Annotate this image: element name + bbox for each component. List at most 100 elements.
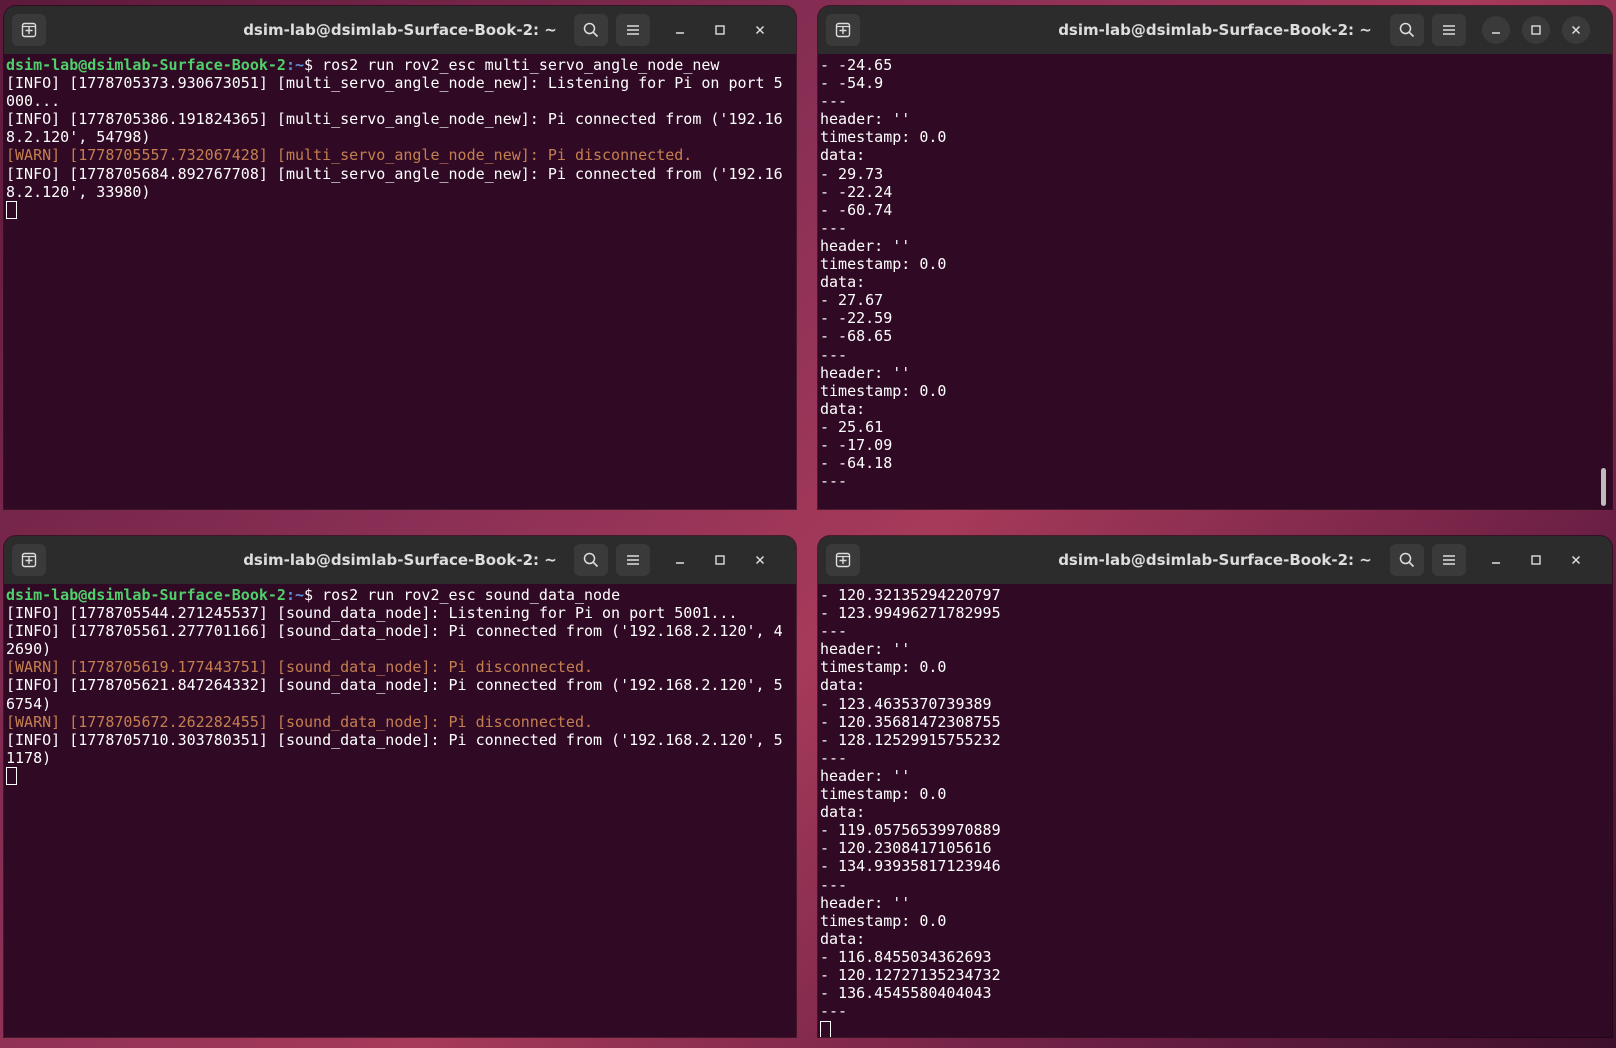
search-icon — [583, 22, 599, 38]
output-line: --- — [820, 875, 848, 894]
log-info-line: 2690) — [6, 640, 52, 659]
output-line: header: '' — [820, 893, 911, 912]
output-line: - 27.67 — [820, 291, 884, 310]
new-tab-button[interactable] — [826, 14, 860, 46]
output-line: - 120.2308417105616 — [820, 839, 992, 858]
output-line: - -22.24 — [820, 182, 893, 201]
log-info-line: [INFO] [1778705684.892767708] [multi_ser… — [6, 164, 783, 183]
new-tab-icon — [835, 22, 851, 38]
log-info-line: [INFO] [1778705544.271245537] [sound_dat… — [6, 604, 738, 623]
terminal-window-sound-node[interactable]: dsim-lab@dsimlab-Surface-Book-2: ~ dsim-… — [4, 536, 796, 1037]
terminal-window-servo-node[interactable]: dsim-lab@dsimlab-Surface-Book-2: ~ dsim-… — [4, 6, 796, 509]
terminal-output[interactable]: - 120.32135294220797- 123.99496271782995… — [820, 586, 1600, 1037]
terminal-output[interactable]: dsim-lab@dsimlab-Surface-Book-2:~$ ros2 … — [6, 56, 784, 509]
menu-button[interactable] — [1432, 14, 1466, 46]
output-line: header: '' — [820, 363, 911, 382]
output-line: --- — [820, 748, 848, 767]
close-button[interactable] — [1562, 16, 1590, 44]
search-button[interactable] — [574, 14, 608, 46]
menu-button[interactable] — [616, 544, 650, 576]
search-icon — [1399, 22, 1415, 38]
minimize-button[interactable] — [1482, 546, 1510, 574]
minimize-icon — [1492, 32, 1500, 34]
close-icon — [755, 555, 765, 565]
log-warn-line: [WARN] [1778705672.262282455] [sound_dat… — [6, 712, 593, 731]
titlebar: dsim-lab@dsimlab-Surface-Book-2: ~ — [4, 536, 796, 584]
output-line: timestamp: 0.0 — [820, 255, 947, 274]
output-line: --- — [820, 218, 848, 237]
output-line: data: — [820, 803, 866, 822]
close-button[interactable] — [746, 546, 774, 574]
hamburger-menu-icon — [627, 555, 639, 565]
text-cursor — [6, 767, 17, 786]
search-button[interactable] — [1390, 14, 1424, 46]
menu-button[interactable] — [616, 14, 650, 46]
prompt-user: dsim-lab@dsimlab-Surface-Book-2 — [6, 586, 286, 604]
minimize-icon — [676, 32, 684, 34]
new-tab-button[interactable] — [12, 14, 46, 46]
output-line: --- — [820, 622, 848, 641]
output-line: - 128.12529915755232 — [820, 730, 1001, 749]
output-line: --- — [820, 1002, 848, 1021]
output-line: - 123.4635370739389 — [820, 694, 992, 713]
output-line: - 29.73 — [820, 164, 884, 183]
log-info-line: 8.2.120', 33980) — [6, 182, 151, 201]
minimize-button[interactable] — [1482, 16, 1510, 44]
close-button[interactable] — [746, 16, 774, 44]
log-info-line: [INFO] [1778705386.191824365] [multi_ser… — [6, 110, 783, 129]
output-line: header: '' — [820, 766, 911, 785]
terminal-output[interactable]: - -24.65- -54.9 --- header: '' timestamp: 0… — [820, 56, 1600, 509]
output-line: - 119.05756539970889 — [820, 821, 1001, 840]
output-line: - -54.9 — [820, 74, 884, 93]
cursor-line — [6, 201, 784, 220]
text-cursor — [820, 1020, 831, 1037]
command-text: ros2 run rov2_esc multi_servo_angle_node… — [322, 56, 720, 74]
terminal-window-sound-echo[interactable]: dsim-lab@dsimlab-Surface-Book-2: ~ - 120… — [818, 536, 1612, 1037]
maximize-icon — [715, 555, 725, 565]
output-line: - -64.18 — [820, 454, 893, 473]
output-line: - -17.09 — [820, 435, 893, 454]
prompt-line: dsim-lab@dsimlab-Surface-Book-2:~$ ros2 … — [6, 586, 784, 604]
scrollbar-thumb[interactable] — [1601, 468, 1606, 506]
new-tab-button[interactable] — [12, 544, 46, 576]
terminal-output[interactable]: dsim-lab@dsimlab-Surface-Book-2:~$ ros2 … — [6, 586, 784, 1037]
maximize-icon — [715, 25, 725, 35]
minimize-button[interactable] — [666, 16, 694, 44]
search-icon — [1399, 552, 1415, 568]
command-text: ros2 run rov2_esc sound_data_node — [322, 586, 621, 604]
menu-button[interactable] — [1432, 544, 1466, 576]
output-line: --- — [820, 472, 848, 491]
log-info-line: 000... — [6, 92, 61, 111]
terminal-window-servo-echo[interactable]: dsim-lab@dsimlab-Surface-Book-2: ~ - -24… — [818, 6, 1612, 509]
output-line: timestamp: 0.0 — [820, 658, 947, 677]
close-icon — [1571, 555, 1581, 565]
maximize-button[interactable] — [1522, 16, 1550, 44]
cursor-line — [6, 767, 784, 786]
maximize-icon — [1531, 25, 1541, 35]
new-tab-button[interactable] — [826, 544, 860, 576]
search-button[interactable] — [574, 544, 608, 576]
output-line: timestamp: 0.0 — [820, 785, 947, 804]
minimize-button[interactable] — [666, 546, 694, 574]
titlebar: dsim-lab@dsimlab-Surface-Book-2: ~ — [4, 6, 796, 54]
prompt-path: :~ — [285, 56, 305, 74]
output-line: header: '' — [820, 236, 911, 255]
maximize-button[interactable] — [1522, 546, 1550, 574]
log-info-line: [INFO] [1778705373.930673051] [multi_ser… — [6, 74, 783, 93]
output-line: timestamp: 0.0 — [820, 911, 947, 930]
output-line: - 134.93935817123946 — [820, 857, 1001, 876]
prompt-path: :~ — [285, 586, 305, 604]
new-tab-icon — [21, 22, 37, 38]
maximize-icon — [1531, 555, 1541, 565]
maximize-button[interactable] — [706, 546, 734, 574]
output-line: - 120.35681472308755 — [820, 712, 1001, 731]
log-info-line: 8.2.120', 54798) — [6, 128, 151, 147]
close-button[interactable] — [1562, 546, 1590, 574]
search-icon — [583, 552, 599, 568]
output-line: data: — [820, 273, 866, 292]
hamburger-menu-icon — [627, 25, 639, 35]
search-button[interactable] — [1390, 544, 1424, 576]
prompt-symbol: $ — [304, 56, 323, 74]
output-line: - 120.32135294220797 — [820, 586, 1001, 604]
maximize-button[interactable] — [706, 16, 734, 44]
